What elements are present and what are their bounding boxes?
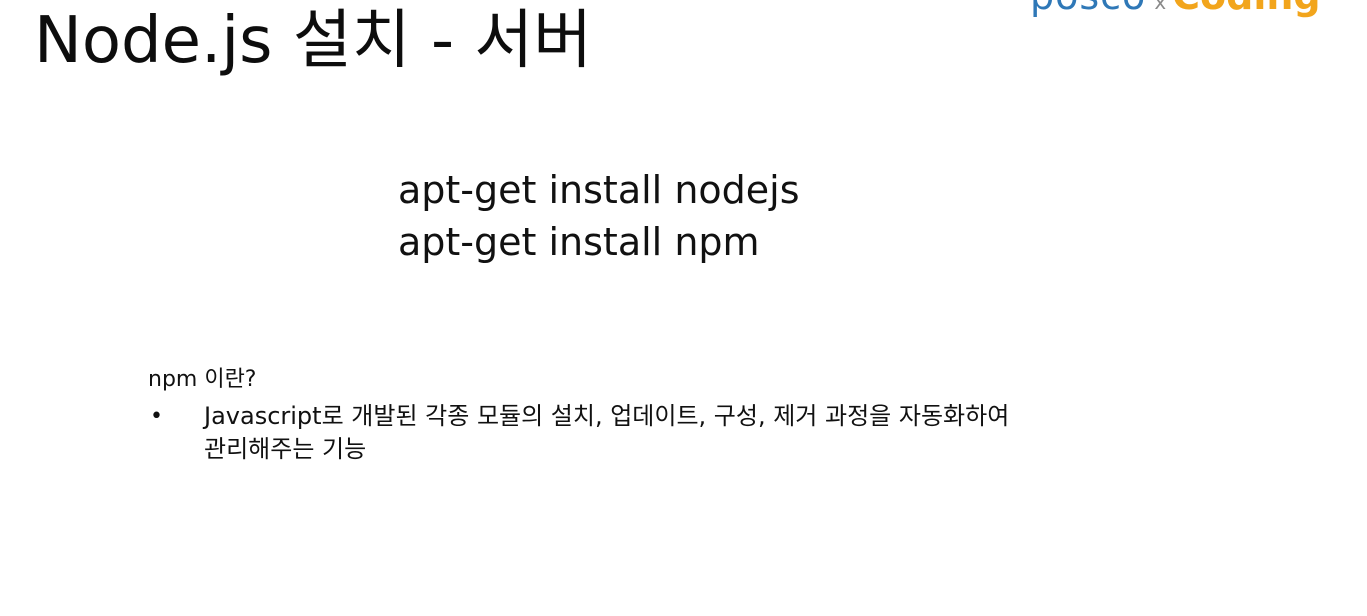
slide-title: Node.js 설치 - 서버 <box>34 4 593 78</box>
bullet-text-line-1: Javascript로 개발된 각종 모듈의 설치, 업데이트, 구성, 제거 … <box>204 402 1010 430</box>
logo-separator: x <box>1154 0 1167 14</box>
note-bullet-item: • Javascript로 개발된 각종 모듈의 설치, 업데이트, 구성, 제… <box>148 400 1344 466</box>
install-commands: apt-get install nodejs apt-get install n… <box>398 164 800 268</box>
note-heading: npm 이란? <box>148 367 257 392</box>
bullet-text-line-2: 관리해주는 기능 <box>204 435 367 463</box>
note-bullet-list: • Javascript로 개발된 각종 모듈의 설치, 업데이트, 구성, 제… <box>148 400 1344 466</box>
bullet-marker: • <box>150 404 163 429</box>
npm-note: npm 이란? • Javascript로 개발된 각종 모듈의 설치, 업데이… <box>148 364 1344 466</box>
slide: Node.js 설치 - 서버 poscox Coding apt-get ins… <box>0 0 1367 616</box>
command-line: apt-get install npm <box>398 220 760 264</box>
posco-coding-logo: poscox Coding <box>1030 0 1321 24</box>
command-line: apt-get install nodejs <box>398 168 800 212</box>
logo-right-text: Coding <box>1172 0 1320 18</box>
logo-left-text: posco <box>1030 0 1146 18</box>
